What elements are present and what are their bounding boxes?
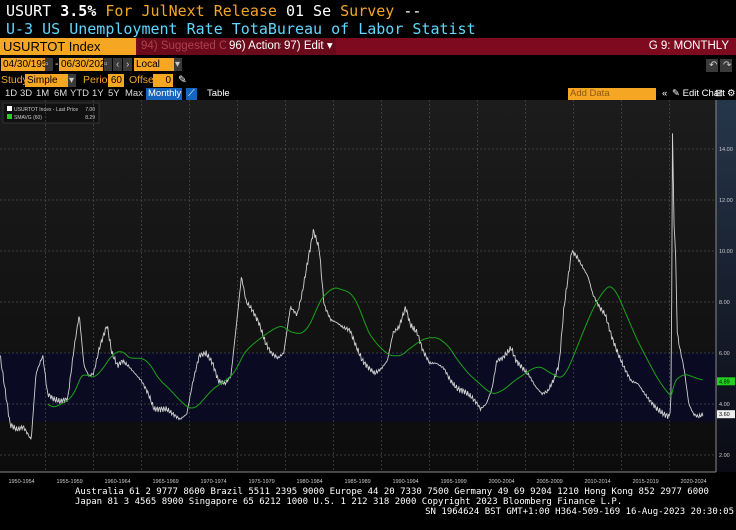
x-tick-label: 1970-1974 (200, 479, 226, 485)
sma-last-badge-text: 4.89 (719, 379, 730, 385)
x-tick-label: 2015-2019 (632, 479, 658, 485)
tab-5y[interactable]: 5Y (106, 88, 122, 100)
chevron-down-icon[interactable]: ▾ (68, 74, 76, 87)
survey-label: Survey (340, 2, 395, 20)
next-icon[interactable]: › (123, 58, 132, 71)
export-icon[interactable]: ⊡ (713, 88, 725, 100)
y-tick-label: 6.00 (719, 351, 730, 357)
x-tick-label: 1985-1989 (344, 479, 370, 485)
legend-swatch (7, 114, 12, 119)
x-tick-label: 1975-1979 (248, 479, 274, 485)
prev-icon[interactable]: ‹ (113, 58, 122, 71)
x-tick-label: 1955-1959 (56, 479, 82, 485)
tab-1m[interactable]: 1M (34, 88, 51, 100)
next-release-label: Next Release (168, 2, 277, 20)
frequency-select[interactable]: Monthly ▾ (146, 88, 182, 111)
chart: USURTOT Index - Last Price 7.00SMAVG (60)… (0, 100, 736, 485)
current-value: 3.5% (60, 2, 97, 20)
add-data-input[interactable]: Add Data (568, 88, 656, 100)
range-dash: - (55, 58, 59, 70)
currency-select[interactable]: Local CCY (134, 58, 174, 83)
tab-3d[interactable]: 3D (18, 88, 34, 100)
x-tick-label: 2005-2009 (536, 479, 562, 485)
offset-input[interactable]: 0 (153, 74, 173, 87)
pencil-icon[interactable]: ✎ (178, 74, 187, 87)
legend-label: SMAVG (60) (14, 115, 42, 121)
y-tick-label: 12.00 (719, 198, 733, 204)
y-tick-label: 10.00 (719, 249, 733, 255)
description-line: U-3 US Unemployment Rate TotaBureau of L… (6, 20, 476, 38)
tab-ytd[interactable]: YTD (68, 88, 91, 100)
edit-button[interactable]: 97) Edit ▾ (281, 38, 336, 55)
ticker: USURT (6, 2, 52, 20)
footer-line3: SN 1964624 BST GMT+1:00 H364-509-169 16-… (425, 507, 734, 517)
gear-icon[interactable]: ⚙ (725, 88, 736, 100)
calendar-icon[interactable]: ▫ (104, 58, 112, 71)
x-tick-label: 2010-2014 (584, 479, 610, 485)
y-tick-label: 14.00 (719, 147, 733, 153)
description: U-3 US Unemployment Rate Tota (6, 20, 268, 38)
tab-6m[interactable]: 6M (52, 88, 69, 100)
tab-max[interactable]: Max (123, 88, 145, 100)
chevron-down-icon[interactable]: ▾ (174, 58, 182, 71)
study-select[interactable]: Simple MA (25, 74, 68, 99)
start-date-input[interactable]: 04/30/1950 (1, 58, 53, 71)
next-release-value: 01 Se (285, 2, 332, 20)
y-tick-label: 4.00 (719, 402, 730, 408)
y-tick-label: 8.00 (719, 300, 730, 306)
x-tick-label: 2000-2004 (488, 479, 514, 485)
footer-line1: Australia 61 2 9777 8600 Brazil 5511 239… (75, 487, 709, 497)
x-tick-label: 1950-1954 (8, 479, 34, 485)
price-last-badge-text: 3.60 (719, 412, 730, 418)
table-button[interactable]: Table (205, 88, 232, 100)
x-tick-label: 1960-1964 (104, 479, 130, 485)
redo-icon[interactable]: ↷ (720, 59, 732, 72)
calendar-icon[interactable]: ▫ (45, 58, 53, 71)
x-tick-label: 1990-1994 (392, 479, 418, 485)
study-label: Study (1, 74, 28, 86)
security-input[interactable]: USURTOT Index (0, 38, 136, 55)
y-tick-label: 2.00 (719, 453, 730, 459)
chart-type-icon[interactable]: ⟋ (186, 88, 197, 100)
end-date-input[interactable]: 06/30/2023 (59, 58, 111, 71)
x-tick-label: 1965-1969 (152, 479, 178, 485)
source: Bureau of Labor Statist (267, 20, 476, 38)
page-label: G 9: MONTHLY (648, 40, 729, 52)
period: For Jul (105, 2, 169, 20)
collapse-icon[interactable]: « (660, 88, 669, 100)
footer-line2: Japan 81 3 4565 8900 Singapore 65 6212 1… (75, 497, 623, 507)
undo-icon[interactable]: ↶ (706, 59, 718, 72)
x-tick-label: 1995-1999 (440, 479, 466, 485)
ticker-line: USURT 3.5% For JulNext Release 01 Se Sur… (6, 2, 421, 20)
x-tick-label: 2020-2024 (680, 479, 706, 485)
shaded-band (0, 353, 716, 422)
period-input[interactable]: 60 (108, 74, 124, 87)
survey-value: -- (403, 2, 422, 20)
legend-swatch (7, 106, 12, 111)
legend-label: USURTOT Index - Last Price (14, 107, 78, 113)
tab-1d[interactable]: 1D (3, 88, 19, 100)
tab-1y[interactable]: 1Y (90, 88, 106, 100)
command-bar: USURTOT Index 94) Suggested Charts 96) A… (0, 38, 736, 55)
x-tick-label: 1980-1984 (296, 479, 322, 485)
